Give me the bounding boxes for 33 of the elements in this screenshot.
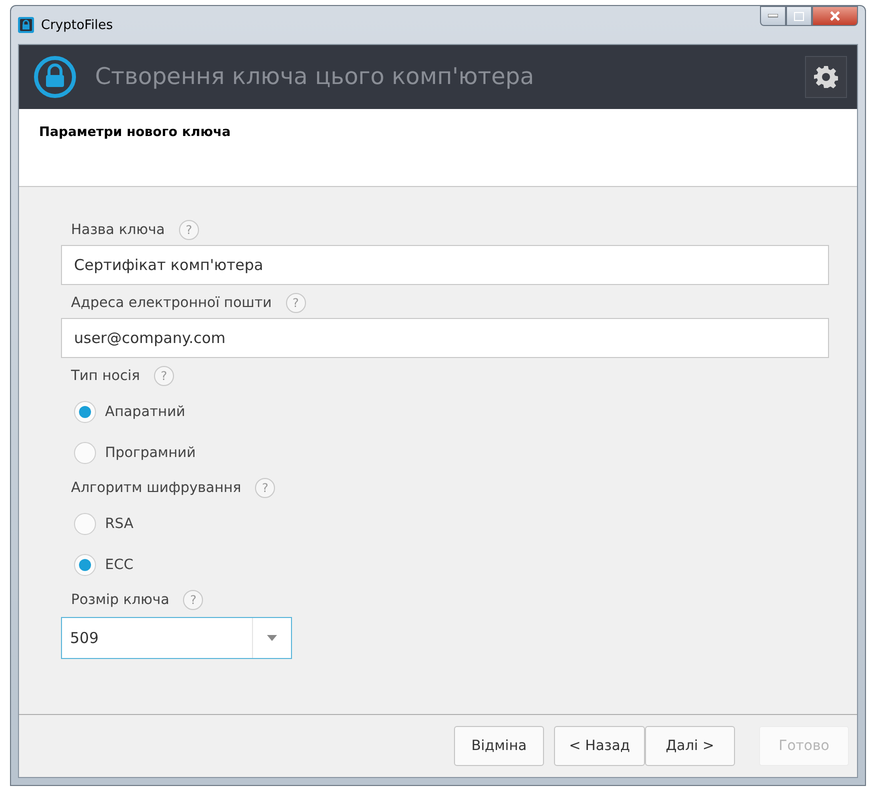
settings-icon bbox=[814, 65, 838, 89]
radio-label[interactable]: Апаратний bbox=[105, 404, 186, 420]
dialog-button[interactable]: Відміна bbox=[454, 726, 544, 766]
padlock-icon bbox=[18, 17, 34, 33]
field-label: Адреса електронної пошти bbox=[71, 295, 272, 311]
input-field[interactable]: user@company.com bbox=[61, 318, 829, 358]
field-label: Розмір ключа bbox=[71, 592, 170, 608]
close-button[interactable] bbox=[812, 6, 858, 26]
dialog-button[interactable]: Далі > bbox=[645, 726, 735, 766]
radio-label[interactable]: RSA bbox=[105, 516, 134, 532]
step-title: Параметри нового ключа bbox=[39, 125, 231, 140]
field-label: Тип носія bbox=[71, 368, 140, 384]
minimize-icon bbox=[768, 14, 778, 18]
settings-button[interactable] bbox=[805, 56, 847, 98]
dropdown[interactable]: 509 bbox=[61, 617, 292, 659]
minimize-button[interactable] bbox=[760, 6, 786, 26]
caret-icon bbox=[267, 635, 277, 641]
radio-button[interactable] bbox=[74, 512, 96, 534]
dialog-button[interactable]: < Назад bbox=[554, 726, 645, 766]
field-label: Назва ключа bbox=[71, 222, 165, 238]
radio-button[interactable] bbox=[74, 400, 96, 422]
input-field[interactable]: Сертифікат комп'ютера bbox=[61, 245, 829, 285]
radio-button[interactable] bbox=[74, 554, 96, 576]
field-label: Алгоритм шифрування bbox=[71, 480, 242, 496]
maximize-icon bbox=[794, 12, 804, 20]
close-icon bbox=[829, 11, 841, 21]
header-title: Створення ключа цього комп'ютера bbox=[95, 64, 534, 90]
maximize-button[interactable] bbox=[786, 6, 812, 26]
padlock-icon bbox=[33, 55, 77, 99]
radio-label[interactable]: ECC bbox=[105, 556, 134, 572]
radio-button[interactable] bbox=[74, 442, 96, 464]
radio-label[interactable]: Програмний bbox=[105, 444, 196, 460]
window-title: CryptoFiles bbox=[41, 18, 113, 32]
